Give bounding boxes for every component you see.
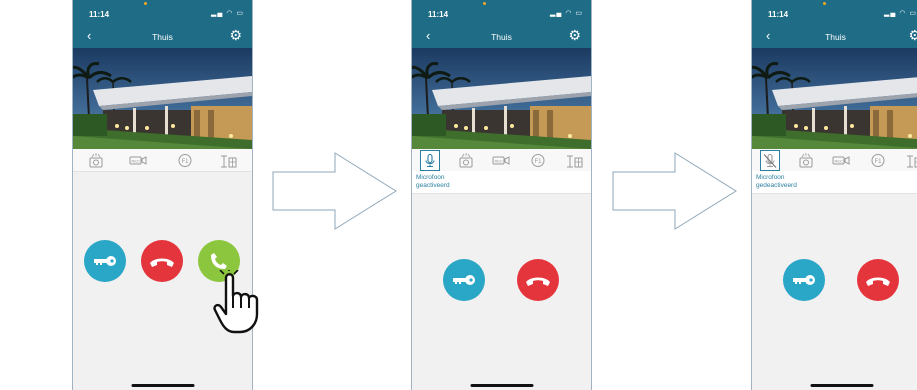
- home-indicator: [131, 384, 194, 387]
- gate-icon[interactable]: [219, 152, 237, 168]
- hang-up-icon: [866, 277, 890, 286]
- record-icon[interactable]: [832, 152, 850, 168]
- gear-icon[interactable]: ⚙: [568, 27, 581, 44]
- toolbar: [752, 149, 917, 172]
- hang-up-icon: [526, 277, 550, 286]
- nav-bar: ‹ Thuis ⚙: [412, 26, 591, 48]
- phone-screen-mic-activated: 11:14 ▂▄ ◠ ▭ ‹ Thuis ⚙ Microfoon geactiv…: [411, 0, 592, 390]
- flow-arrow: [612, 152, 737, 230]
- status-time: 11:14: [768, 10, 789, 19]
- toolbar: [412, 149, 591, 172]
- mic-status-label: Microfoon geactiveerd: [416, 174, 450, 189]
- home-indicator: [810, 384, 873, 387]
- key-icon: [94, 256, 116, 266]
- nav-bar: ‹ Thuis ⚙: [73, 26, 252, 48]
- gate-icon[interactable]: [565, 152, 583, 168]
- mic-status-label: Microfoon gedeactiveerd: [756, 174, 797, 189]
- hang-up-icon: [150, 258, 174, 267]
- f1-icon[interactable]: [869, 152, 887, 168]
- microphone-icon[interactable]: [420, 150, 440, 171]
- home-indicator: [470, 384, 533, 387]
- status-time: 11:14: [428, 10, 449, 19]
- unlock-key-button[interactable]: [443, 259, 485, 301]
- nav-bar: ‹ Thuis ⚙: [752, 26, 917, 48]
- record-icon[interactable]: [129, 152, 147, 168]
- f1-icon[interactable]: [176, 152, 194, 168]
- status-icons: ▂▄ ◠ ▭: [211, 10, 244, 17]
- status-indicator-dot: [144, 2, 147, 5]
- f1-icon[interactable]: [529, 152, 547, 168]
- hang-up-button[interactable]: [517, 259, 559, 301]
- hang-up-button[interactable]: [857, 259, 899, 301]
- nav-title: Thuis: [491, 32, 512, 42]
- gear-icon[interactable]: ⚙: [908, 27, 917, 44]
- status-icons: ▂▄ ◠ ▭: [550, 10, 583, 17]
- status-bar: 11:14 ▂▄ ◠ ▭: [752, 0, 917, 26]
- unlock-key-button[interactable]: [783, 259, 825, 301]
- key-icon: [793, 275, 815, 285]
- snapshot-icon[interactable]: [797, 152, 815, 168]
- nav-title: Thuis: [152, 32, 173, 42]
- camera-feed-image: [752, 48, 917, 149]
- record-icon[interactable]: [492, 152, 510, 168]
- pointing-hand-icon: [213, 270, 259, 334]
- status-indicator-dot: [823, 2, 826, 5]
- key-icon: [453, 275, 475, 285]
- snapshot-icon[interactable]: [457, 152, 475, 168]
- status-bar: 11:14 ▂▄ ◠ ▭: [73, 0, 252, 26]
- flow-arrow: [272, 152, 397, 230]
- toolbar: [73, 149, 252, 172]
- phone-screen-mic-deactivated: 11:14 ▂▄ ◠ ▭ ‹ Thuis ⚙ Microfoon gedeact…: [751, 0, 917, 390]
- camera-feed-image: [73, 48, 252, 149]
- status-indicator-dot: [483, 2, 486, 5]
- nav-title: Thuis: [825, 32, 846, 42]
- gate-icon[interactable]: [905, 152, 917, 168]
- status-icons: ▂▄ ◠ ▭: [884, 10, 917, 17]
- unlock-key-button[interactable]: [84, 240, 126, 282]
- microphone-muted-icon[interactable]: [760, 150, 780, 171]
- gear-icon[interactable]: ⚙: [229, 27, 242, 44]
- status-bar: 11:14 ▂▄ ◠ ▭: [412, 0, 591, 26]
- hang-up-button[interactable]: [141, 240, 183, 282]
- camera-feed-image: [412, 48, 591, 149]
- status-time: 11:14: [89, 10, 110, 19]
- snapshot-icon[interactable]: [87, 152, 105, 168]
